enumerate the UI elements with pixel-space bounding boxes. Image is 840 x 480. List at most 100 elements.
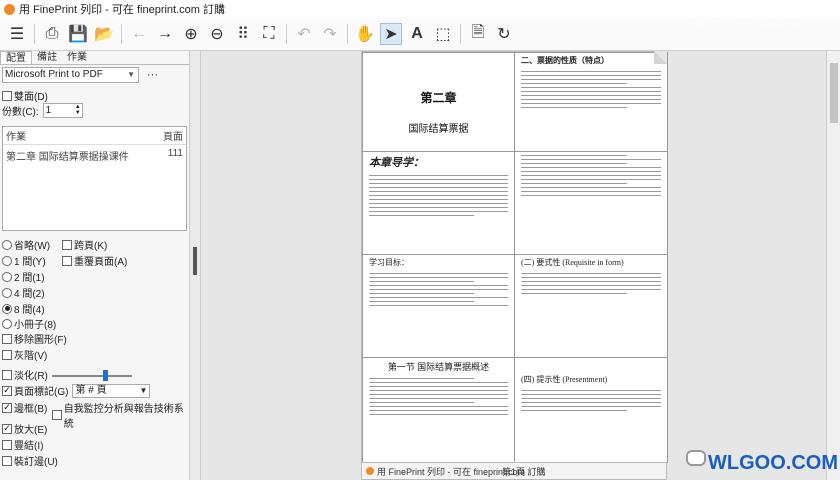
pointer-icon[interactable]: ➤ bbox=[380, 23, 402, 45]
menu-icon[interactable]: ☰ bbox=[6, 23, 28, 45]
jobs-list: 作業 頁面 第二章 国际结算票据操课件 111 bbox=[2, 126, 187, 231]
preview-cell-4 bbox=[514, 151, 668, 255]
merge-checkbox[interactable] bbox=[2, 439, 12, 450]
preview-page: 第二章 国际结算票据 二、票据的性质（特点） 本章导学： 学习目标： (二) 要… bbox=[361, 51, 668, 463]
page-mark-label: 頁面標記(G) bbox=[14, 387, 69, 398]
chevron-down-icon: ▼ bbox=[127, 70, 135, 79]
layout-radio-4[interactable] bbox=[2, 303, 12, 314]
layout-radio-2[interactable] bbox=[2, 271, 12, 282]
text-icon[interactable]: A bbox=[406, 23, 428, 45]
forward-arrow-icon[interactable]: → bbox=[154, 23, 176, 45]
open-folder-icon[interactable]: 📂 bbox=[93, 23, 115, 45]
remove-graphics-label: 移除圖形(F) bbox=[14, 335, 67, 346]
page-mark-value: 第 # 頁 bbox=[75, 384, 107, 396]
span-checkbox[interactable] bbox=[62, 239, 72, 250]
select-rect-icon[interactable]: ⬚ bbox=[432, 23, 454, 45]
zoom-slider-thumb[interactable] bbox=[103, 370, 108, 381]
monitor-label: 自我監控分析與報告技術系統 bbox=[63, 404, 184, 430]
page-number: 第1頁 bbox=[502, 467, 526, 477]
layout-label-0: 省略(W) bbox=[14, 241, 51, 252]
page-mark-select[interactable]: 第 # 頁 ▼ bbox=[72, 383, 151, 398]
preview-canvas: 第二章 国际结算票据 二、票据的性质（特点） 本章导学： 学习目标： (二) 要… bbox=[201, 51, 826, 480]
cell5-title: 学习目标： bbox=[369, 258, 409, 267]
preview-cell-5: 学习目标： bbox=[362, 254, 515, 358]
layout-label-3: 4 間(2) bbox=[14, 289, 45, 300]
layout-label-2: 2 間(1) bbox=[14, 273, 45, 284]
sidebar-tabs: 配置 備註 作業 bbox=[0, 51, 189, 65]
zoom-label: 放大(E) bbox=[14, 425, 48, 436]
copies-stepper[interactable]: 1 ▲ ▼ bbox=[42, 103, 83, 118]
page-footer: 用 FinePrint 列印 - 可在 fineprint.com 訂購 第1頁 bbox=[361, 462, 667, 480]
cell2-title: 二、票据的性质（特点） bbox=[521, 56, 609, 65]
gamepad-logo-icon bbox=[686, 450, 706, 466]
splitter-grip[interactable] bbox=[193, 247, 197, 275]
preview-cell-7: 第一节 国际结算票据概述 bbox=[362, 357, 515, 463]
zoom-slider[interactable] bbox=[52, 370, 132, 381]
layout-label-4: 8 間(4) bbox=[14, 305, 45, 316]
copies-label: 份數(C): bbox=[2, 107, 39, 118]
window-title: 用 FinePrint 列印 - 可在 fineprint.com 訂購 bbox=[19, 4, 225, 16]
zoom-in-icon[interactable]: ⊕ bbox=[180, 23, 202, 45]
fade-checkbox[interactable] bbox=[2, 369, 12, 380]
refresh-icon[interactable]: ↻ bbox=[493, 23, 515, 45]
cell6-title: (二) 要式性 (Requisite in form) bbox=[521, 258, 624, 267]
grayscale-label: 灰階(V) bbox=[14, 351, 48, 362]
vertical-scrollbar[interactable] bbox=[826, 51, 840, 480]
duplex-label: 雙面(D) bbox=[14, 92, 48, 103]
printer-more-button[interactable]: ··· bbox=[147, 69, 158, 81]
back-arrow-icon[interactable]: ← bbox=[128, 23, 150, 45]
binding-label: 裝訂邊(U) bbox=[14, 457, 58, 468]
layout-radio-3[interactable] bbox=[2, 287, 12, 298]
preview-cell-6: (二) 要式性 (Requisite in form) bbox=[514, 254, 668, 358]
span-label: 跨頁(K) bbox=[74, 241, 108, 252]
fineprint-logo-icon bbox=[4, 3, 15, 15]
remove-graphics-checkbox[interactable] bbox=[2, 333, 12, 344]
layout-label-1: 1 間(Y) bbox=[14, 257, 46, 268]
border-label: 邊框(B) bbox=[14, 404, 48, 415]
stepper-arrows-icon[interactable]: ▲ ▼ bbox=[75, 104, 81, 116]
monitor-checkbox[interactable] bbox=[52, 410, 62, 420]
zoom-checkbox[interactable]: ✓ bbox=[2, 423, 12, 434]
page-settings-icon[interactable]: 🗎 bbox=[467, 23, 489, 45]
preview-cell-8: (四) 提示性 (Presentment) bbox=[514, 357, 668, 463]
cell1-subtitle: 国际结算票据 bbox=[408, 124, 469, 135]
fade-label: 淡化(R) bbox=[14, 371, 48, 382]
panel-splitter[interactable] bbox=[191, 51, 201, 480]
hand-icon[interactable]: ✋ bbox=[354, 23, 376, 45]
preview-cell-3: 本章导学： bbox=[362, 151, 515, 255]
save-icon[interactable]: 💾 bbox=[67, 23, 89, 45]
repeat-label: 重覆頁面(A) bbox=[74, 257, 128, 268]
undo-icon[interactable]: ↶ bbox=[293, 23, 315, 45]
merge-label: 豐結(I) bbox=[14, 441, 44, 452]
layout-radio-0[interactable] bbox=[2, 239, 12, 250]
printer-select[interactable]: Microsoft Print to PDF ▼ bbox=[2, 67, 139, 83]
tab-notes[interactable]: 備註 bbox=[32, 51, 62, 64]
duplex-checkbox[interactable] bbox=[2, 90, 12, 101]
printer-name: Microsoft Print to PDF bbox=[5, 69, 103, 80]
grayscale-checkbox[interactable] bbox=[2, 349, 12, 360]
printer-icon[interactable]: ⎙ bbox=[41, 23, 63, 45]
grid-view-icon[interactable]: ⠿ bbox=[232, 23, 254, 45]
jobs-header-job: 作業 bbox=[6, 132, 26, 143]
cell8-title: (四) 提示性 (Presentment) bbox=[521, 375, 608, 384]
border-checkbox[interactable]: ✓ bbox=[2, 402, 12, 413]
job-row[interactable]: 第二章 国际结算票据操课件 111 bbox=[3, 145, 186, 166]
redo-icon[interactable]: ↷ bbox=[319, 23, 341, 45]
cell7-title: 第一节 国际结算票据概述 bbox=[387, 362, 490, 372]
tab-jobs[interactable]: 作業 bbox=[62, 51, 92, 64]
job-name: 第二章 国际结算票据操课件 bbox=[6, 152, 129, 163]
scrollbar-thumb[interactable] bbox=[830, 63, 838, 123]
page-mark-checkbox[interactable]: ✓ bbox=[2, 385, 12, 396]
layout-radio-5[interactable] bbox=[2, 318, 12, 329]
job-pages: 111 bbox=[167, 148, 183, 159]
zoom-out-icon[interactable]: ⊖ bbox=[206, 23, 228, 45]
cell3-title: 本章导学： bbox=[369, 157, 424, 169]
site-watermark: WLGOO.COM bbox=[708, 452, 838, 474]
page-corner-fold bbox=[654, 51, 667, 64]
binding-checkbox[interactable] bbox=[2, 455, 12, 466]
chevron-down-icon: ▼ bbox=[139, 385, 148, 395]
tab-layout[interactable]: 配置 bbox=[0, 51, 32, 64]
layout-radio-1[interactable] bbox=[2, 255, 12, 266]
repeat-checkbox[interactable] bbox=[62, 255, 72, 266]
fit-page-icon[interactable]: ⛶ bbox=[258, 23, 280, 45]
